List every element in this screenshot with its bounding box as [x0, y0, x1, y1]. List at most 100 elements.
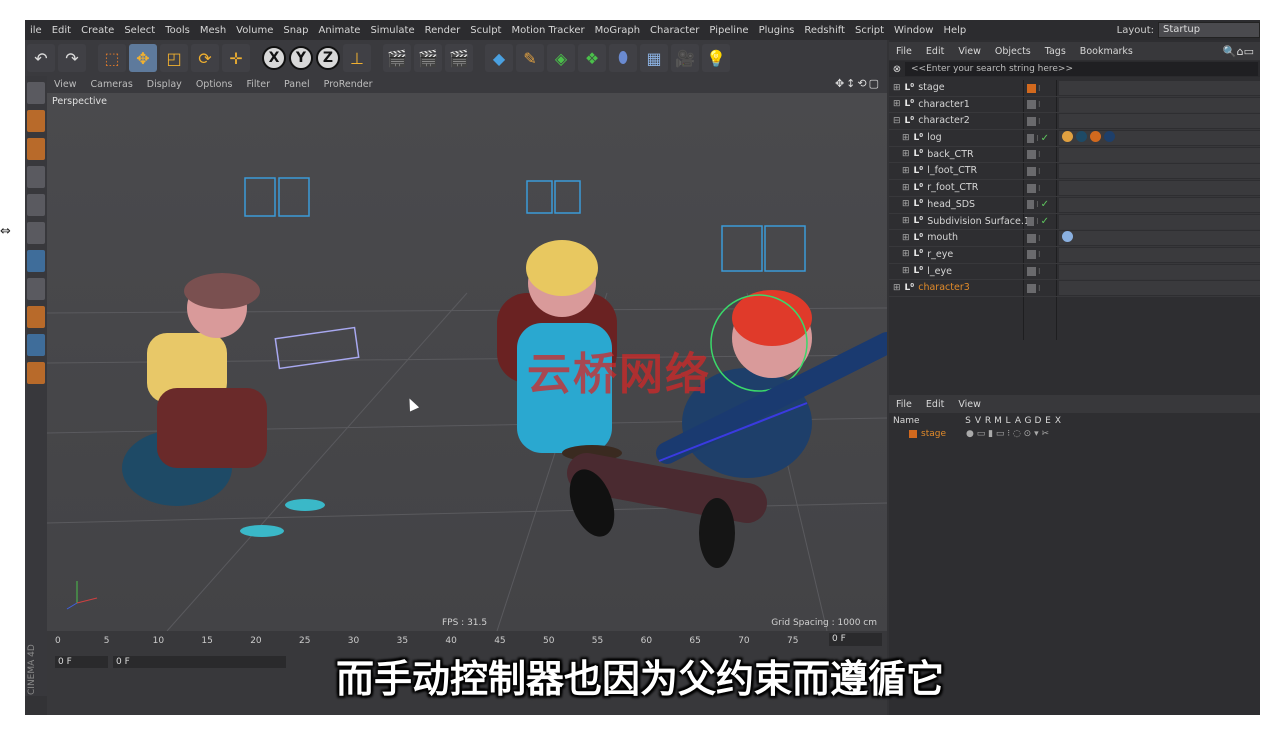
layer-swatch-icon[interactable]: [1027, 267, 1036, 277]
planar-workplane-icon[interactable]: [27, 362, 45, 384]
redo-icon[interactable]: ↷: [58, 44, 86, 72]
visibility-dots-icon[interactable]: ⁝: [1036, 217, 1039, 226]
menu-item-render[interactable]: Render: [420, 25, 466, 36]
menu-item-sculpt[interactable]: Sculpt: [465, 25, 506, 36]
cloner-icon[interactable]: ❖: [578, 44, 606, 72]
object-flags[interactable]: ⁝ ✓: [1027, 132, 1049, 144]
viewport-menu-panel[interactable]: Panel: [277, 79, 317, 90]
expand-toggle-icon[interactable]: ⊞: [893, 283, 901, 293]
visibility-dots-icon[interactable]: ⁝: [1038, 184, 1041, 193]
expand-toggle-icon[interactable]: ⊞: [902, 166, 910, 176]
viewport-menu-view[interactable]: View: [47, 79, 84, 90]
object-flags[interactable]: ⁝: [1027, 249, 1049, 261]
points-mode-icon[interactable]: [27, 166, 45, 188]
object-tags[interactable]: [1059, 214, 1260, 229]
expand-toggle-icon[interactable]: ⊞: [902, 233, 910, 243]
object-row-character3[interactable]: ⊞ L⁰ character3 ⁝: [889, 280, 1260, 297]
object-tags[interactable]: [1059, 97, 1260, 112]
menu-item-window[interactable]: Window: [889, 25, 938, 36]
layer-swatch-icon[interactable]: [1027, 217, 1035, 226]
material-tag-icon[interactable]: [1090, 131, 1101, 143]
viewport-menu-filter[interactable]: Filter: [239, 79, 277, 90]
coordinate-system-icon[interactable]: ⊥: [343, 44, 371, 72]
layer-col-x[interactable]: X: [1053, 416, 1063, 426]
object-tags[interactable]: [1059, 164, 1260, 179]
expand-toggle-icon[interactable]: ⊞: [902, 249, 910, 259]
expand-toggle-icon[interactable]: ⊞: [893, 99, 901, 109]
viewport-menu-prorender[interactable]: ProRender: [317, 79, 380, 90]
viewport-menu-options[interactable]: Options: [189, 79, 240, 90]
layer-swatch-icon[interactable]: [1027, 100, 1036, 110]
object-flags[interactable]: ⁝: [1027, 115, 1049, 127]
layer-col-a[interactable]: A: [1013, 416, 1023, 426]
visibility-dots-icon[interactable]: ⁝: [1038, 150, 1041, 159]
visibility-dots-icon[interactable]: ⁝: [1036, 134, 1039, 143]
end-frame-field[interactable]: 0 F: [829, 633, 882, 646]
visibility-dots-icon[interactable]: ⁝: [1038, 250, 1041, 259]
visibility-dots-icon[interactable]: ⁝: [1038, 284, 1041, 293]
menu-item-pipeline[interactable]: Pipeline: [704, 25, 753, 36]
layer-swatch-icon[interactable]: [1027, 116, 1036, 126]
menu-item-create[interactable]: Create: [76, 25, 119, 36]
object-row-l_eye[interactable]: ⊞ L⁰ l_eye ⁝: [889, 264, 1260, 281]
layer-col-v[interactable]: V: [973, 416, 983, 426]
menu-item-character[interactable]: Character: [645, 25, 704, 36]
snap-icon[interactable]: [27, 306, 45, 328]
live-selection-icon[interactable]: ⬚: [98, 44, 126, 72]
layer-swatch-icon[interactable]: [1027, 233, 1036, 243]
om-menu-file[interactable]: File: [889, 46, 919, 57]
layer-col-m[interactable]: M: [993, 416, 1003, 426]
lock-workplane-icon[interactable]: [27, 334, 45, 356]
object-flags[interactable]: ⁝: [1027, 82, 1049, 94]
rotate-tool-icon[interactable]: ⟳: [191, 44, 219, 72]
object-row-r_eye[interactable]: ⊞ L⁰ r_eye ⁝: [889, 247, 1260, 264]
constraint-tag-icon[interactable]: [1062, 231, 1073, 243]
object-flags[interactable]: ⁝: [1027, 232, 1049, 244]
layer-col-d[interactable]: D: [1033, 416, 1043, 426]
menu-item-redshift[interactable]: Redshift: [799, 25, 850, 36]
layer-flag-icons[interactable]: ● ▭ ▮ ▭ ⁝ ◌ ⊙ ▾ ✂: [966, 429, 1049, 439]
object-tags[interactable]: [1059, 247, 1260, 262]
pen-spline-icon[interactable]: ✎: [516, 44, 544, 72]
object-flags[interactable]: ⁝ ✓: [1027, 216, 1049, 228]
viewport-menu-display[interactable]: Display: [140, 79, 189, 90]
light-icon[interactable]: 💡: [702, 44, 730, 72]
menu-item-mograph[interactable]: MoGraph: [590, 25, 645, 36]
layer-swatch-icon[interactable]: [1027, 150, 1036, 160]
menu-item-ile[interactable]: ile: [25, 25, 47, 36]
visibility-dots-icon[interactable]: ⁝: [1036, 200, 1039, 209]
viewport-menu-cameras[interactable]: Cameras: [84, 79, 140, 90]
layer-swatch-icon[interactable]: [1027, 200, 1035, 210]
object-row-back_ctr[interactable]: ⊞ L⁰ back_CTR ⁝: [889, 147, 1260, 164]
object-manager-tool-icons[interactable]: 🔍⌂▭: [1223, 45, 1254, 58]
material-tag-icon[interactable]: [1062, 131, 1073, 143]
menu-item-motion-tracker[interactable]: Motion Tracker: [506, 25, 589, 36]
object-tags[interactable]: [1059, 181, 1260, 196]
expand-toggle-icon[interactable]: ⊞: [902, 216, 910, 226]
expand-toggle-icon[interactable]: ⊞: [893, 83, 901, 93]
visibility-dots-icon[interactable]: ⁝: [1038, 167, 1041, 176]
menu-item-plugins[interactable]: Plugins: [754, 25, 800, 36]
floor-icon[interactable]: ▦: [640, 44, 668, 72]
layer-col-l[interactable]: L: [1003, 416, 1013, 426]
menu-item-edit[interactable]: Edit: [47, 25, 76, 36]
layer-swatch-icon[interactable]: [1027, 183, 1036, 193]
om-menu-tags[interactable]: Tags: [1038, 46, 1073, 57]
object-row-character2[interactable]: ⊟ L⁰ character2 ⁝: [889, 113, 1260, 131]
axis-mode-icon[interactable]: [27, 250, 45, 272]
object-row-head_sds[interactable]: ⊞ L⁰ head_SDS ⁝ ✓: [889, 197, 1260, 214]
om-menu-bookmarks[interactable]: Bookmarks: [1073, 46, 1140, 57]
polygons-mode-icon[interactable]: [27, 222, 45, 244]
object-flags[interactable]: ⁝ ✓: [1027, 199, 1049, 211]
visibility-dots-icon[interactable]: ⁝: [1038, 84, 1041, 93]
x-axis-lock-button[interactable]: X: [262, 46, 286, 70]
layer-menu-edit[interactable]: Edit: [919, 399, 951, 410]
enabled-check-icon[interactable]: ✓: [1041, 216, 1049, 227]
object-tags[interactable]: [1059, 264, 1260, 279]
subdivision-surface-icon[interactable]: ◈: [547, 44, 575, 72]
tweak-mode-icon[interactable]: [27, 278, 45, 300]
scale-tool-icon[interactable]: ◰: [160, 44, 188, 72]
menu-item-tools[interactable]: Tools: [160, 25, 195, 36]
z-axis-lock-button[interactable]: Z: [316, 46, 340, 70]
menu-item-snap[interactable]: Snap: [278, 25, 313, 36]
